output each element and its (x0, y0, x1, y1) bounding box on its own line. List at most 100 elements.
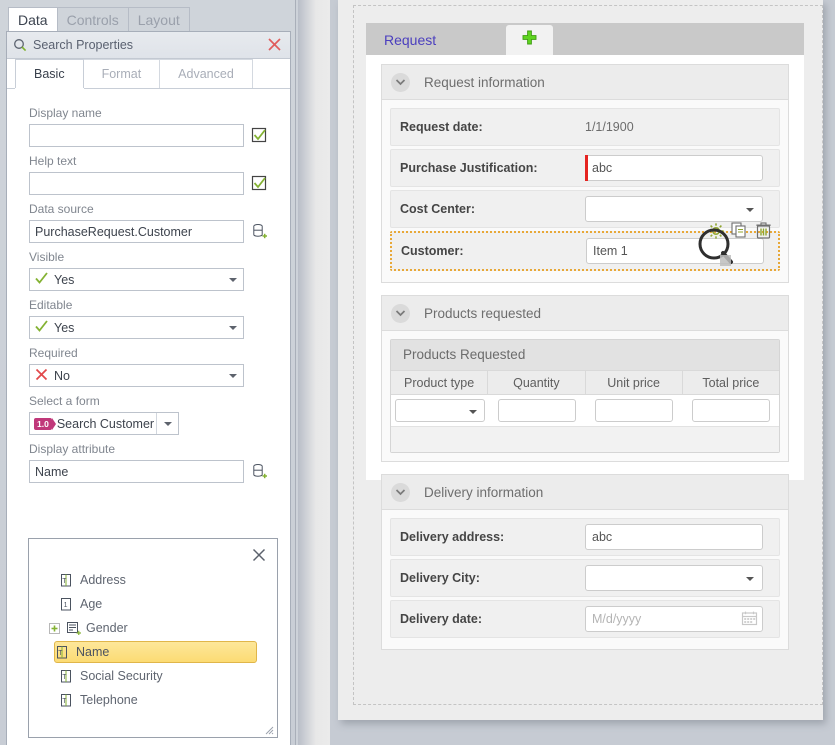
help-text-row (29, 172, 278, 195)
duplicate-icon[interactable] (729, 220, 750, 241)
unit-price-input[interactable] (594, 399, 673, 422)
form-content: Request information Request date: 1/1/19… (366, 55, 804, 650)
select-a-form-dropdown-button[interactable] (156, 413, 178, 434)
display-name-label: Display name (29, 106, 102, 120)
tab-request[interactable]: Request (366, 25, 506, 56)
cost-center-label: Cost Center: (400, 202, 476, 216)
display-attribute-input[interactable] (29, 460, 244, 483)
field-row-delivery-city: Delivery City: (390, 559, 780, 597)
select-a-form-row: 1.0 Search Customer (29, 412, 278, 435)
field-row-purchase-justification: Purchase Justification: abc (390, 149, 780, 187)
ribbon-tab-controls-label: Controls (66, 12, 119, 28)
green-check-icon (35, 319, 48, 336)
expand-plus-icon[interactable] (49, 622, 60, 634)
products-grid: Products Requested Product type Quantity… (390, 339, 780, 453)
tab-advanced[interactable]: Advanced (159, 59, 253, 88)
quantity-input[interactable] (497, 399, 576, 422)
svg-text:1: 1 (64, 602, 68, 609)
text-attribute-icon: T (57, 645, 72, 659)
list-item[interactable]: T Address (59, 569, 269, 591)
editable-select[interactable]: Yes (29, 316, 244, 339)
settings-gear-icon[interactable] (705, 220, 726, 241)
required-select[interactable]: No (29, 364, 244, 387)
visible-row: Yes (29, 268, 278, 291)
delivery-date-placeholder: M/d/yyyy (592, 612, 642, 626)
field-row-customer[interactable]: Customer: Item 1 (390, 222, 780, 271)
properties-panel: Data Controls Layout Search Properties B… (0, 0, 298, 745)
designer-canvas: Request Request information Request date… (338, 0, 823, 720)
purchase-justification-label: Purchase Justification: (400, 161, 538, 175)
close-icon[interactable] (251, 547, 267, 563)
column-header-quantity: Quantity (488, 371, 586, 394)
resize-grip-handle[interactable] (264, 724, 274, 735)
products-grid-footer (391, 427, 779, 452)
group-products-requested-header[interactable]: Products requested (382, 296, 788, 331)
delivery-city-label: Delivery City: (400, 571, 480, 585)
required-value: No (54, 368, 70, 383)
chevron-down-icon[interactable] (391, 72, 410, 92)
database-add-icon[interactable] (251, 223, 268, 240)
ribbon-tab-layout[interactable]: Layout (127, 7, 190, 31)
delivery-city-select[interactable] (585, 565, 763, 591)
checkbox-green-check-icon[interactable] (251, 127, 268, 144)
purchase-justification-input[interactable]: abc (585, 155, 763, 181)
delete-trash-icon[interactable] (753, 220, 774, 241)
group-request-information-header[interactable]: Request information (382, 65, 788, 100)
data-source-row (29, 220, 278, 243)
data-source-input[interactable] (29, 220, 244, 243)
group-delivery-information: Delivery information Delivery address: a… (381, 474, 789, 650)
ribbon-tab-controls[interactable]: Controls (56, 7, 129, 31)
group-request-information-body: Request date: 1/1/1900 Purchase Justific… (382, 100, 788, 282)
list-item[interactable]: 1 Age (59, 593, 269, 615)
cell-unit-price (585, 399, 682, 422)
group-delivery-information-header[interactable]: Delivery information (382, 475, 788, 510)
tab-basic[interactable]: Basic (15, 59, 84, 88)
attribute-list: T Address 1 Age Gender T Name T Social S… (29, 569, 277, 711)
list-item-label: Gender (86, 621, 128, 635)
delivery-address-input[interactable]: abc (585, 524, 763, 550)
field-row-delivery-address: Delivery address: abc (390, 518, 780, 556)
list-item-label: Age (80, 597, 103, 611)
group-delivery-information-body: Delivery address: abc Delivery City: Del… (382, 510, 788, 649)
cost-center-select[interactable] (585, 196, 763, 222)
database-add-icon[interactable] (251, 463, 268, 480)
delivery-date-input[interactable]: M/d/yyyy (585, 606, 763, 632)
customer-label: Customer: (401, 244, 464, 258)
chevron-down-icon[interactable] (391, 303, 410, 323)
total-price-input[interactable] (691, 399, 770, 422)
data-source-label: Data source (29, 202, 94, 216)
list-item[interactable]: T Telephone (59, 689, 269, 711)
tab-advanced-label: Advanced (178, 67, 234, 81)
ribbon-tab-data[interactable]: Data (8, 7, 58, 31)
help-text-input[interactable] (29, 172, 244, 195)
add-tab-button[interactable] (506, 25, 553, 56)
group-products-requested: Products requested Products Requested Pr… (381, 295, 789, 462)
cell-product-type (391, 399, 488, 422)
svg-text:T: T (58, 650, 63, 657)
visible-label: Visible (29, 250, 65, 264)
calendar-icon[interactable] (741, 610, 758, 629)
request-date-value: 1/1/1900 (585, 120, 634, 134)
tab-format[interactable]: Format (82, 59, 161, 88)
product-type-select[interactable] (394, 399, 485, 422)
group-request-information-title: Request information (424, 74, 545, 90)
checkbox-green-check-icon[interactable] (251, 175, 268, 192)
close-icon[interactable] (266, 36, 283, 53)
select-a-form-body[interactable]: 1.0 Search Customer (30, 413, 156, 434)
list-item[interactable]: T Name (54, 641, 257, 663)
properties-search-bar[interactable]: Search Properties (7, 32, 290, 59)
properties-panel-inner: Data Controls Layout Search Properties B… (0, 0, 296, 745)
display-name-row (29, 124, 278, 147)
list-item[interactable]: T Social Security (59, 665, 269, 687)
visible-select[interactable]: Yes (29, 268, 244, 291)
customer-input[interactable]: Item 1 (586, 238, 764, 264)
attribute-picker-popup: T Address 1 Age Gender T Name T Social S… (28, 538, 278, 738)
display-attribute-label: Display attribute (29, 442, 116, 456)
add-plus-icon (522, 25, 537, 56)
display-name-input[interactable] (29, 124, 244, 147)
svg-text:T: T (62, 698, 67, 705)
select-a-form-picker[interactable]: 1.0 Search Customer (29, 412, 179, 435)
row-tool-bar (705, 220, 774, 241)
chevron-down-icon[interactable] (391, 482, 410, 502)
list-item[interactable]: Gender (47, 617, 269, 639)
